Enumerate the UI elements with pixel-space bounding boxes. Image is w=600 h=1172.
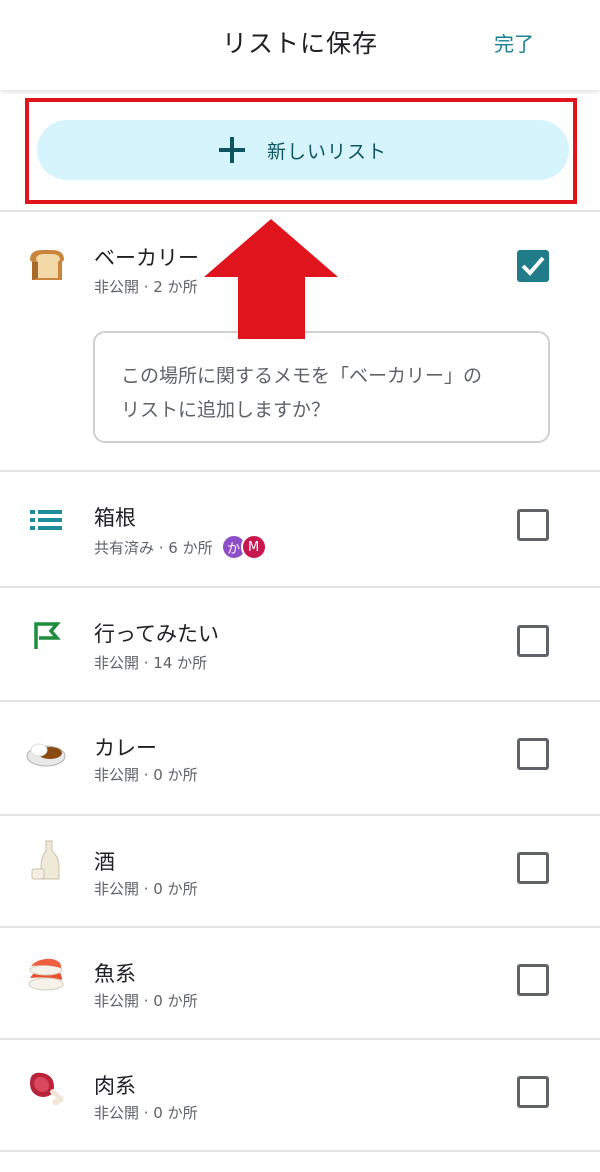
flag-icon bbox=[26, 616, 66, 656]
memo-placeholder-line1: この場所に関するメモを「ベーカリー」の bbox=[121, 365, 483, 387]
list-name: 行ってみたい bbox=[94, 622, 219, 646]
sushi-icon bbox=[26, 954, 66, 994]
list-checkbox[interactable] bbox=[517, 738, 549, 770]
list-name: 魚系 bbox=[94, 962, 136, 986]
list-meta: 非公開 · 0 か所 bbox=[94, 1104, 198, 1122]
list-checkbox[interactable] bbox=[517, 964, 549, 996]
list-item-curry[interactable]: カレー 非公開 · 0 か所 bbox=[0, 702, 600, 814]
red-arrow-icon bbox=[204, 219, 338, 339]
list-checkbox[interactable] bbox=[517, 625, 549, 657]
curry-icon bbox=[26, 732, 66, 772]
list-name: 肉系 bbox=[94, 1074, 136, 1098]
new-list-button[interactable]: 新しいリスト bbox=[37, 120, 569, 180]
meat-icon bbox=[26, 1066, 66, 1106]
memo-placeholder-line2: リストに追加しますか？ bbox=[121, 399, 331, 421]
done-button[interactable]: 完了 bbox=[494, 28, 534, 57]
highlight-box: 新しいリスト bbox=[25, 98, 577, 204]
list-meta: 非公開 · 0 か所 bbox=[94, 992, 198, 1010]
list-meta: 非公開 · 14 か所 bbox=[94, 654, 208, 672]
list-name: 酒 bbox=[94, 850, 115, 874]
list-item-meat[interactable]: 肉系 非公開 · 0 か所 bbox=[0, 1040, 600, 1150]
list-item-want-to-go[interactable]: 行ってみたい 非公開 · 14 か所 bbox=[0, 588, 600, 700]
list-meta: 非公開 · 0 か所 bbox=[94, 766, 198, 784]
list-item-fish[interactable]: 魚系 非公開 · 0 か所 bbox=[0, 928, 600, 1038]
new-list-label: 新しいリスト bbox=[266, 140, 387, 163]
list-icon bbox=[26, 500, 66, 540]
list-name: 箱根 bbox=[94, 506, 136, 530]
avatar: M bbox=[240, 534, 267, 560]
memo-input[interactable]: この場所に関するメモを「ベーカリー」の リストに追加しますか？ bbox=[93, 331, 550, 443]
list-checkbox[interactable] bbox=[517, 509, 549, 541]
list-meta: 非公開 · 2 か所 bbox=[94, 278, 198, 296]
list-name: カレー bbox=[94, 736, 157, 760]
bread-icon bbox=[26, 244, 66, 284]
list-checkbox[interactable] bbox=[517, 250, 549, 282]
sake-icon bbox=[26, 840, 66, 880]
list-checkbox[interactable] bbox=[517, 852, 549, 884]
plus-icon bbox=[218, 137, 245, 163]
header: リストに保存 完了 bbox=[0, 0, 600, 90]
list-meta-wrap: 共有済み · 6 か所 か M bbox=[94, 534, 267, 560]
list-checkbox[interactable] bbox=[517, 1076, 549, 1108]
list-item-hakone[interactable]: 箱根 共有済み · 6 か所 か M bbox=[0, 472, 600, 586]
list-meta: 非公開 · 0 か所 bbox=[94, 880, 198, 898]
list-item-sake[interactable]: 酒 非公開 · 0 か所 bbox=[0, 816, 600, 926]
divider bbox=[0, 1150, 600, 1152]
list-meta: 共有済み · 6 か所 bbox=[94, 538, 213, 557]
list-name: ベーカリー bbox=[94, 246, 199, 270]
